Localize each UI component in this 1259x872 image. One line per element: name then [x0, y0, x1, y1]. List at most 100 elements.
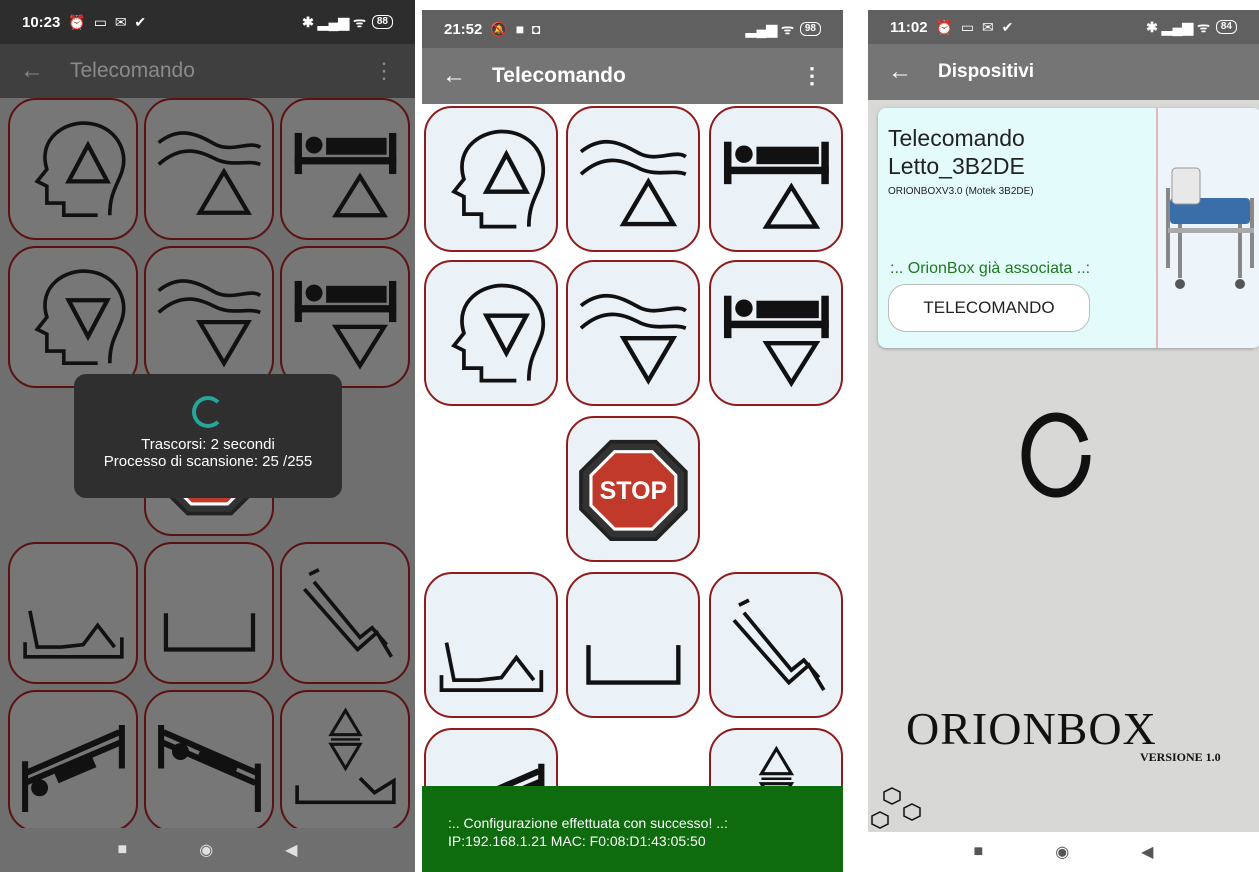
- battery-icon: 88: [371, 15, 393, 29]
- nav-bar: ■ ◉ ◀: [868, 832, 1259, 872]
- home-icon[interactable]: ◉: [199, 840, 213, 860]
- trendelenburg-icon: [13, 695, 134, 827]
- reverse-trendelenburg-button[interactable]: [144, 690, 274, 832]
- device-card[interactable]: Telecomando Letto_3B2DE ORIONBOXV3.0 (Mo…: [878, 108, 1259, 348]
- bed-up-icon: [285, 103, 406, 235]
- head-down-icon: [13, 251, 134, 383]
- status-right: ✱ ▂▄▆ ᯤ 88: [302, 13, 393, 32]
- tilt-button[interactable]: [709, 572, 843, 718]
- signal-icon: ▂▄▆ ᯤ: [745, 20, 794, 37]
- page-title: Telecomando: [70, 59, 195, 82]
- bed-up-button[interactable]: [709, 106, 843, 252]
- status-bar: 11:02 ⏰ ▭ ✉ ✔ ✱ ▂▄▆ ᯤ 84: [868, 10, 1259, 44]
- legs-up-button[interactable]: [144, 98, 274, 240]
- trendelenburg-button[interactable]: [8, 690, 138, 832]
- battery-icon: 84: [1215, 20, 1237, 34]
- bed-tilt-icon: [285, 547, 406, 679]
- orion-ring-icon: [1021, 412, 1091, 498]
- app-bar: ← Telecomando ⋮: [0, 44, 415, 98]
- head-up-button[interactable]: [8, 98, 138, 240]
- nav-bar: ■ ◉ ◀: [0, 828, 415, 872]
- status-icons: ⏰ ▭ ✉ ✔: [935, 18, 1016, 35]
- flat-button[interactable]: [144, 542, 274, 684]
- bed-down-icon: [285, 251, 406, 383]
- stop-button[interactable]: STOP: [566, 416, 700, 562]
- legs-up-button[interactable]: [566, 106, 700, 252]
- status-bar: 10:23 ⏰ ▭ ✉ ✔ ✱ ▂▄▆ ᯤ 88: [0, 0, 415, 44]
- stop-icon: STOP: [571, 421, 696, 557]
- status-time: 10:23: [22, 13, 61, 31]
- legs-down-button[interactable]: [566, 260, 700, 406]
- bed-profile-icon: [429, 577, 554, 713]
- updown-button[interactable]: [280, 690, 410, 832]
- legs-up-icon: [571, 111, 696, 247]
- success-snackbar: :.. Configurazione effettuata con succes…: [422, 786, 843, 872]
- recents-icon[interactable]: ■: [118, 841, 128, 859]
- legs-down-icon: [149, 251, 270, 383]
- hospital-bed-image: [1156, 108, 1259, 348]
- brand-name: ORIONBOX: [906, 703, 1157, 754]
- phone-2-screen: 21:52 🔕 ■ ◘ ▂▄▆ ᯤ 98 ← Telecomando ⋮ STOP…: [422, 10, 843, 872]
- bed-up-icon: [714, 111, 839, 247]
- profile-1-button[interactable]: [424, 572, 558, 718]
- head-down-button[interactable]: [424, 260, 558, 406]
- status-right: ✱ ▂▄▆ ᯤ 84: [1146, 18, 1237, 37]
- back-nav-icon[interactable]: ◀: [285, 840, 297, 860]
- elapsed-text: Trascorsi: 2 secondi: [141, 436, 275, 453]
- snackbar-network-info: IP:192.168.1.21 MAC: F0:08:D1:43:05:50: [448, 833, 706, 849]
- loading-spinner-icon: [192, 396, 224, 428]
- bed-profile-icon: [13, 547, 134, 679]
- device-model: ORIONBOXV3.0 (Motek 3B2DE): [888, 186, 1034, 197]
- hexagon-decoration-icon: [871, 787, 921, 829]
- head-up-icon: [429, 111, 554, 247]
- reverse-trendelenburg-icon: [149, 695, 270, 827]
- snackbar-message: :.. Configurazione effettuata con succes…: [448, 815, 728, 831]
- battery-icon: 98: [799, 22, 821, 36]
- device-name: Telecomando Letto_3B2DE: [888, 124, 1025, 180]
- phone-3-screen: 11:02 ⏰ ▭ ✉ ✔ ✱ ▂▄▆ ᯤ 84 ← Dispositivi Te…: [868, 10, 1259, 872]
- bed-flat-icon: [571, 577, 696, 713]
- bed-down-button[interactable]: [280, 246, 410, 388]
- device-name-line2: Letto_3B2DE: [888, 153, 1025, 179]
- back-arrow-icon[interactable]: ←: [442, 62, 492, 90]
- scan-progress-dialog: Trascorsi: 2 secondi Processo di scansio…: [74, 374, 342, 498]
- overflow-menu-icon[interactable]: ⋮: [373, 58, 395, 84]
- head-down-button[interactable]: [8, 246, 138, 388]
- status-icons: 🔕 ■ ◘: [490, 20, 543, 37]
- overflow-menu-icon[interactable]: ⋮: [801, 63, 823, 89]
- profile-1-button[interactable]: [8, 542, 138, 684]
- status-icons: ⏰ ▭ ✉ ✔: [68, 13, 149, 30]
- app-bar: ← Dispositivi: [868, 44, 1259, 100]
- back-arrow-icon[interactable]: ←: [20, 57, 70, 85]
- bed-down-icon: [714, 265, 839, 401]
- signal-icon: ✱ ▂▄▆ ᯤ: [302, 13, 366, 30]
- device-name-line1: Telecomando: [888, 125, 1025, 151]
- stop-label: STOP: [599, 477, 666, 505]
- head-up-icon: [13, 103, 134, 235]
- head-up-button[interactable]: [424, 106, 558, 252]
- recents-icon[interactable]: ■: [974, 843, 984, 861]
- status-time: 21:52: [444, 20, 483, 38]
- flat-button[interactable]: [566, 572, 700, 718]
- legs-up-icon: [149, 103, 270, 235]
- phone-1-screen: 10:23 ⏰ ▭ ✉ ✔ ✱ ▂▄▆ ᯤ 88 ← Telecomando ⋮ …: [0, 0, 415, 872]
- page-title: Dispositivi: [938, 61, 1035, 82]
- telecomando-button[interactable]: TELECOMANDO: [888, 284, 1090, 332]
- up-down-icon: [285, 695, 406, 827]
- status-bar: 21:52 🔕 ■ ◘ ▂▄▆ ᯤ 98: [422, 10, 843, 48]
- status-time: 11:02: [890, 18, 928, 36]
- bed-tilt-icon: [714, 577, 839, 713]
- app-bar: ← Telecomando ⋮: [422, 48, 843, 104]
- bed-up-button[interactable]: [280, 98, 410, 240]
- home-icon[interactable]: ◉: [1055, 842, 1069, 862]
- tilt-button[interactable]: [280, 542, 410, 684]
- status-right: ▂▄▆ ᯤ 98: [746, 20, 821, 39]
- bed-down-button[interactable]: [709, 260, 843, 406]
- back-nav-icon[interactable]: ◀: [1141, 842, 1153, 862]
- back-arrow-icon[interactable]: ←: [888, 58, 938, 86]
- legs-down-icon: [571, 265, 696, 401]
- hospital-bed-icon: [1166, 167, 1254, 289]
- scan-progress-text: Processo di scansione: 25 /255: [103, 453, 313, 470]
- association-status: :.. OrionBox già associata ..:: [890, 260, 1091, 277]
- legs-down-button[interactable]: [144, 246, 274, 388]
